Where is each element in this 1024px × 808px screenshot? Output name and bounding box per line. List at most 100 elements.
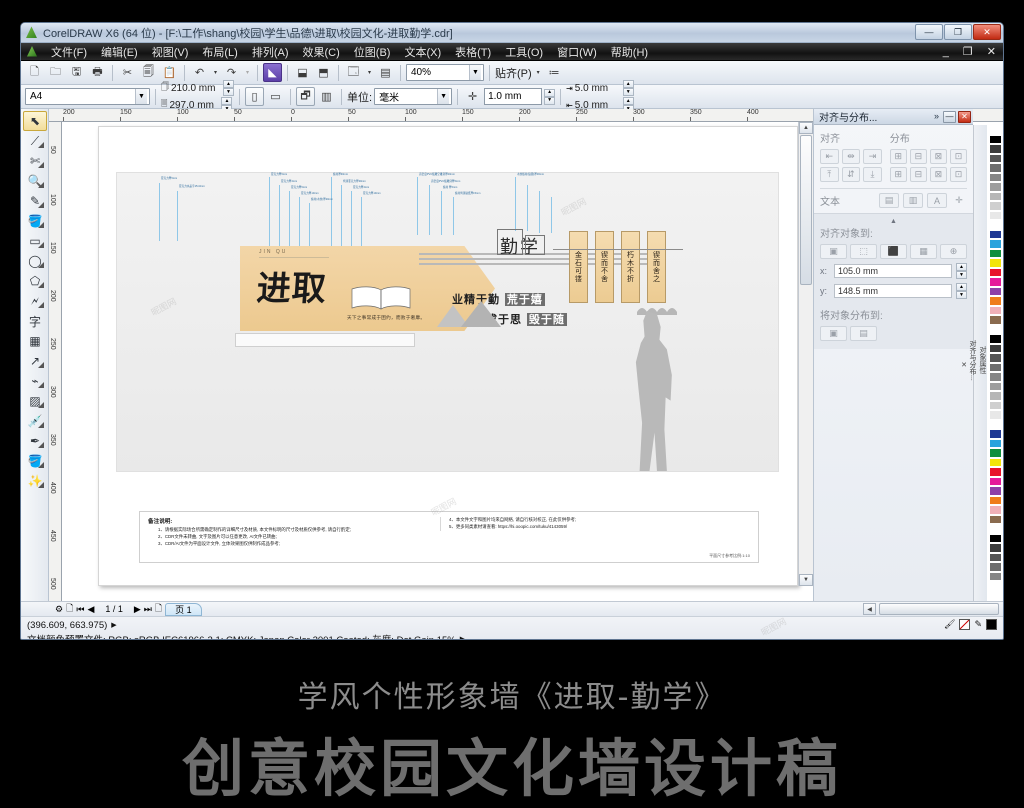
doc-restore-button[interactable]: ❐	[956, 44, 980, 59]
nudge-offset-input[interactable]: 1.0 mm	[484, 88, 543, 105]
distribute-to-page-button[interactable]: ▤	[850, 326, 877, 341]
maximize-button[interactable]: ❐	[944, 24, 972, 40]
interactive-fill-tool[interactable]: ✨	[23, 471, 47, 491]
export-icon[interactable]: ⬒	[314, 63, 333, 82]
text-baseline-last-button[interactable]: ▥	[903, 193, 923, 208]
palette-swatch[interactable]	[989, 134, 1002, 144]
print-icon[interactable]: 🖶	[88, 63, 107, 82]
all-pages-icon[interactable]: 🗗	[296, 87, 315, 106]
collapse-icon[interactable]: ▲	[820, 218, 967, 225]
palette-swatch[interactable]	[989, 153, 1002, 163]
menu-item-table[interactable]: 表格(T)	[448, 43, 498, 61]
page-tab-1[interactable]: 页 1	[165, 602, 202, 616]
outline-color-swatch[interactable]	[986, 619, 997, 630]
docker-tab-object-properties[interactable]: 对象属性	[977, 129, 987, 591]
palette-swatch[interactable]	[989, 571, 1002, 581]
unit-combo[interactable]: 毫米 ▼	[374, 88, 453, 105]
publish-pdf-icon[interactable]: 🗔	[344, 63, 363, 82]
align-center-vertical-button[interactable]: ⇵	[841, 167, 861, 182]
vertical-panel-3[interactable]: 朽木不折	[621, 231, 640, 303]
distribute-left-button[interactable]: ⊞	[889, 149, 907, 164]
menu-item-arrange[interactable]: 排列(A)	[245, 43, 296, 61]
save-document-icon[interactable]: 🖫	[67, 63, 86, 82]
paper-type-combo[interactable]: A4 ▼	[25, 88, 150, 105]
freehand-tool[interactable]: ✎	[23, 191, 47, 211]
shape-tool[interactable]: ⟋	[23, 131, 47, 151]
palette-swatch[interactable]	[989, 419, 1002, 429]
align-left-button[interactable]: ⇤	[820, 149, 839, 164]
palette-swatch[interactable]	[989, 267, 1002, 277]
palette-swatch[interactable]	[989, 410, 1002, 420]
palette-swatch[interactable]	[989, 362, 1002, 372]
doc-close-button[interactable]: ✕	[980, 44, 1003, 59]
basic-shapes-tool[interactable]: 🗲	[23, 291, 47, 311]
coordinates-expand-icon[interactable]: ▶	[111, 621, 116, 629]
palette-swatch[interactable]	[989, 315, 1002, 325]
palette-swatch[interactable]	[989, 448, 1002, 458]
menu-item-file[interactable]: 文件(F)	[44, 43, 94, 61]
table-tool[interactable]: ▦	[23, 331, 47, 351]
docker-tab-close[interactable]: ✕	[959, 129, 967, 601]
landscape-orientation-icon[interactable]: ▭	[266, 87, 285, 106]
docker-tab-align-distribute[interactable]: 对齐与分布...	[967, 129, 977, 591]
outline-color-icon[interactable]: ✎	[974, 619, 982, 630]
portrait-orientation-icon[interactable]: ▯	[245, 87, 264, 106]
menu-item-text[interactable]: 文本(X)	[397, 43, 448, 61]
options-icon[interactable]: ≔	[545, 63, 564, 82]
palette-swatch[interactable]	[989, 457, 1002, 467]
minimize-button[interactable]: —	[915, 24, 943, 40]
new-document-icon[interactable]: 🗋	[25, 63, 44, 82]
outline-tool[interactable]: ✒	[23, 431, 47, 451]
document-page[interactable]: 亚克力厚5mm 亚克力水晶字15×3mm 亚克力厚5mm 亚克力厚3mm 亚克力…	[98, 126, 798, 586]
page-add-after-button[interactable]: 🗋	[155, 601, 162, 617]
palette-swatch[interactable]	[989, 324, 1002, 334]
palette-swatch[interactable]	[989, 353, 1002, 363]
align-top-button[interactable]: ⤒	[820, 167, 839, 182]
palette-swatch[interactable]	[989, 438, 1002, 448]
scroll-up-arrow-icon[interactable]: ▲	[799, 122, 813, 134]
page-first-button[interactable]: ⏮	[76, 604, 84, 615]
chevron-down-icon[interactable]: ▼	[437, 89, 450, 104]
palette-swatch[interactable]	[989, 182, 1002, 192]
palette-swatch[interactable]	[989, 305, 1002, 315]
palette-swatch[interactable]	[989, 210, 1002, 220]
color-eyedropper-tool[interactable]: 💉	[23, 411, 47, 431]
text-baseline-first-button[interactable]: ▤	[879, 193, 899, 208]
scroll-left-arrow-icon[interactable]: ◀	[863, 603, 876, 615]
distribute-center-h-button[interactable]: ⊟	[909, 149, 927, 164]
redo-dropdown-icon[interactable]: ▾	[243, 63, 252, 82]
blend-tool[interactable]: ▨	[23, 391, 47, 411]
search-content-icon[interactable]: ◣	[263, 63, 282, 82]
palette-swatch[interactable]	[989, 400, 1002, 410]
palette-swatch[interactable]	[989, 429, 1002, 439]
palette-swatch[interactable]	[989, 495, 1002, 505]
align-to-grid-button[interactable]: ▦	[910, 244, 937, 259]
palette-swatch[interactable]	[989, 533, 1002, 543]
page-settings-icon[interactable]: ⚙	[25, 604, 63, 615]
palette-swatch[interactable]	[989, 562, 1002, 572]
palette-swatch[interactable]	[989, 372, 1002, 382]
connector-tool[interactable]: ⌁	[23, 371, 47, 391]
pick-tool[interactable]: ⬉	[23, 111, 47, 131]
polygon-tool[interactable]: ⬠	[23, 271, 47, 291]
open-document-icon[interactable]: 🗀	[46, 63, 65, 82]
align-to-page-button[interactable]: ⬛	[880, 244, 907, 259]
menu-item-window[interactable]: 窗口(W)	[550, 43, 604, 61]
zoom-tool[interactable]: 🔍	[23, 171, 47, 191]
page-last-button[interactable]: ⏭	[144, 604, 152, 615]
palette-swatch[interactable]	[989, 229, 1002, 239]
align-x-input[interactable]: 105.0 mm	[834, 264, 952, 278]
palette-swatch[interactable]	[989, 524, 1002, 534]
menu-item-effects[interactable]: 效果(C)	[296, 43, 347, 61]
vertical-scroll-thumb[interactable]	[800, 135, 812, 285]
docker-minimize-button[interactable]: —	[943, 110, 956, 123]
undo-icon[interactable]: ↶	[190, 63, 209, 82]
menu-item-tools[interactable]: 工具(O)	[498, 43, 550, 61]
snap-label[interactable]: 贴齐(P)	[495, 65, 532, 81]
align-y-input[interactable]: 148.5 mm	[834, 284, 952, 298]
crop-tool[interactable]: ✄	[23, 151, 47, 171]
application-launcher-icon[interactable]: ▤	[376, 63, 395, 82]
import-icon[interactable]: ⬓	[293, 63, 312, 82]
distribute-top-button[interactable]: ⊞	[889, 167, 907, 182]
fill-color-icon[interactable]: 🖌	[944, 619, 955, 630]
